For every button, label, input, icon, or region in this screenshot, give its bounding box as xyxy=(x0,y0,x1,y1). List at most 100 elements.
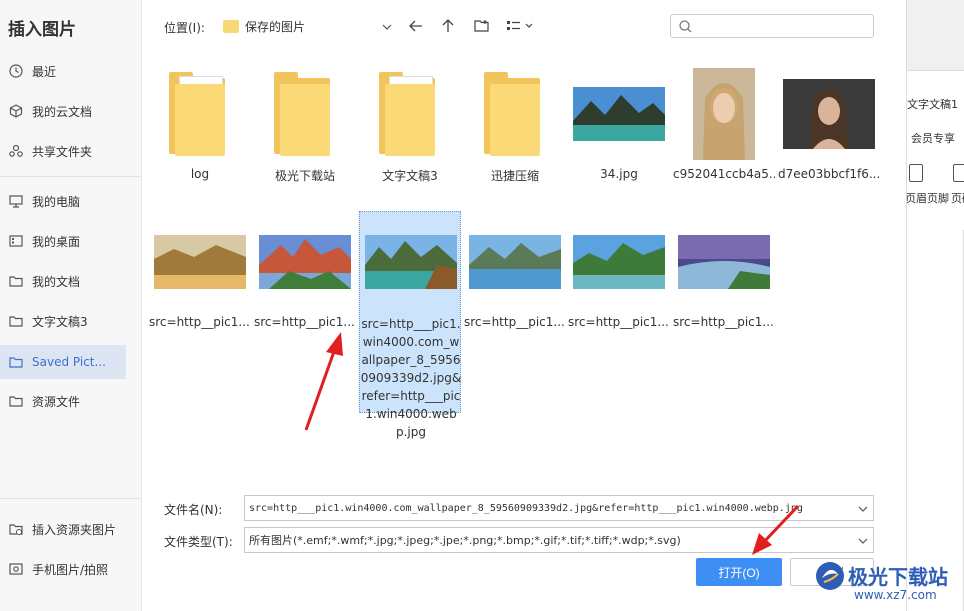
file-name: src=http__pic1.... xyxy=(568,315,670,329)
sidebar-item-my-computer[interactable]: 我的电脑 xyxy=(0,184,126,218)
file-thumbnail xyxy=(673,212,775,312)
file-name: c952041ccb4a5... xyxy=(673,167,775,181)
folder-outline-icon xyxy=(8,313,24,329)
background-tab-label: 文字文稿1 xyxy=(907,98,958,111)
file-thumbnail xyxy=(359,64,461,164)
background-member-label: 会员专享 xyxy=(911,132,955,145)
sidebar-item-resources[interactable]: 资源文件 xyxy=(0,384,126,418)
sidebar-item-label: 文字文稿3 xyxy=(32,314,88,329)
folder-icon xyxy=(379,72,441,156)
file-name: log xyxy=(190,167,210,181)
watermark-logo-icon xyxy=(816,562,844,590)
sidebar-divider xyxy=(0,498,142,499)
background-app: 文字文稿1 会员专享 页眉页脚 页码 xyxy=(906,0,964,611)
arrow-up-icon xyxy=(442,19,454,32)
sidebar-item-recent[interactable]: 最近 xyxy=(0,54,126,88)
sidebar-item-label: Saved Pict... xyxy=(32,355,106,369)
sidebar-item-label: 手机图片/拍照 xyxy=(32,562,109,577)
sidebar-item-insert-resource-folder[interactable]: 插入资源夹图片 xyxy=(0,512,142,546)
image-thumbnail xyxy=(259,235,351,289)
sidebar-item-my-desktop[interactable]: 我的桌面 xyxy=(0,224,126,258)
sidebar: 插入图片 最近 我的云文档 共享文件夹 我的电脑 我的桌面 我的文档 文字文稿3… xyxy=(0,0,142,611)
sidebar-item-saved-pictures[interactable]: Saved Pict... xyxy=(0,345,126,379)
search-box[interactable] xyxy=(670,14,874,38)
share-people-icon xyxy=(8,143,24,159)
insert-picture-dialog: 插入图片 最近 我的云文档 共享文件夹 我的电脑 我的桌面 我的文档 文字文稿3… xyxy=(0,0,906,611)
file-name: src=http___pic1.win4000.com_wallpaper_8_… xyxy=(360,317,462,439)
portrait-thumbnail xyxy=(783,79,875,149)
filename-label: 文件名(N): xyxy=(164,503,223,517)
portrait-thumbnail xyxy=(693,68,755,160)
file-thumbnail xyxy=(360,212,462,312)
file-thumbnail xyxy=(149,212,251,312)
new-folder-icon xyxy=(474,20,489,32)
sidebar-item-doc3[interactable]: 文字文稿3 xyxy=(0,304,126,338)
sidebar-item-cloud-docs[interactable]: 我的云文档 xyxy=(0,94,126,128)
image-thumbnail xyxy=(365,235,457,289)
watermark: 极光下载站 www.xz7.com xyxy=(812,558,962,608)
file-item-image-selected[interactable]: src=http___pic1.win4000.com_wallpaper_8_… xyxy=(359,211,462,439)
file-name: 34.jpg xyxy=(600,167,638,181)
file-name: src=http__pic1.... xyxy=(673,315,775,329)
list-view-icon xyxy=(507,21,533,30)
background-page-label: 页码 xyxy=(951,192,964,205)
file-thumbnail xyxy=(778,64,880,164)
sidebar-item-label: 我的电脑 xyxy=(32,194,81,209)
image-thumbnail xyxy=(678,235,770,289)
sidebar-item-label: 资源文件 xyxy=(32,394,81,409)
file-thumbnail xyxy=(149,64,251,164)
file-thumbnail xyxy=(568,64,670,164)
search-input[interactable] xyxy=(698,19,868,33)
filetype-value: 所有图片(*.emf;*.wmf;*.jpg;*.jpeg;*.jpe;*.pn… xyxy=(249,534,681,547)
image-thumbnail xyxy=(154,235,246,289)
file-thumbnail xyxy=(464,212,566,312)
file-name: src=http__pic1.... xyxy=(149,315,251,329)
folder-icon xyxy=(274,72,336,156)
sidebar-item-label: 最近 xyxy=(32,64,57,79)
filename-input[interactable]: src=http___pic1.win4000.com_wallpaper_8_… xyxy=(244,495,874,521)
file-name: 极光下载站 xyxy=(274,169,335,183)
phone-photo-icon xyxy=(8,561,24,577)
location-dropdown[interactable]: 保存的图片 xyxy=(216,14,396,38)
new-folder-button[interactable] xyxy=(470,14,494,38)
chevron-down-icon[interactable] xyxy=(853,533,873,547)
open-button[interactable]: 打开(O) xyxy=(696,558,782,586)
clock-icon xyxy=(8,63,24,79)
cloud-cube-icon xyxy=(8,103,24,119)
folder-insert-icon xyxy=(8,521,24,537)
view-mode-button[interactable] xyxy=(504,14,536,38)
folder-outline-icon xyxy=(8,273,24,289)
filetype-label: 文件类型(T): xyxy=(164,535,233,549)
sidebar-item-label: 我的云文档 xyxy=(32,104,93,119)
file-thumbnail xyxy=(254,64,356,164)
search-icon xyxy=(679,19,692,32)
chevron-down-icon xyxy=(379,19,395,33)
sidebar-item-my-documents[interactable]: 我的文档 xyxy=(0,264,126,298)
folder-icon xyxy=(169,72,231,156)
sidebar-item-label: 共享文件夹 xyxy=(32,144,93,159)
dialog-title: 插入图片 xyxy=(8,20,76,40)
filetype-select[interactable]: 所有图片(*.emf;*.wmf;*.jpg;*.jpeg;*.jpe;*.pn… xyxy=(244,527,874,553)
sidebar-item-phone-photo[interactable]: 手机图片/拍照 xyxy=(0,552,142,586)
sidebar-item-shared-folder[interactable]: 共享文件夹 xyxy=(0,134,126,168)
background-document xyxy=(907,70,964,611)
file-thumbnail xyxy=(568,212,670,312)
location-label: 位置(I): xyxy=(164,21,205,35)
chevron-down-icon[interactable] xyxy=(853,501,873,515)
up-button[interactable] xyxy=(436,14,460,38)
arrow-left-icon xyxy=(409,20,422,32)
folder-outline-icon xyxy=(8,354,24,370)
image-thumbnail xyxy=(573,87,665,141)
folder-outline-icon xyxy=(8,393,24,409)
file-name: 文字文稿3 xyxy=(382,169,438,183)
sidebar-item-label: 插入资源夹图片 xyxy=(32,522,117,537)
monitor-icon xyxy=(8,193,24,209)
file-name: src=http__pic1.... xyxy=(464,315,566,329)
back-button[interactable] xyxy=(404,14,428,38)
file-name: src=http__pic1.... xyxy=(254,315,356,329)
filename-value: src=http___pic1.win4000.com_wallpaper_8_… xyxy=(249,502,803,514)
image-thumbnail xyxy=(573,235,665,289)
file-thumbnail xyxy=(673,64,775,164)
desktop-icon xyxy=(8,233,24,249)
file-name: d7ee03bbcf1f6... xyxy=(778,167,880,181)
